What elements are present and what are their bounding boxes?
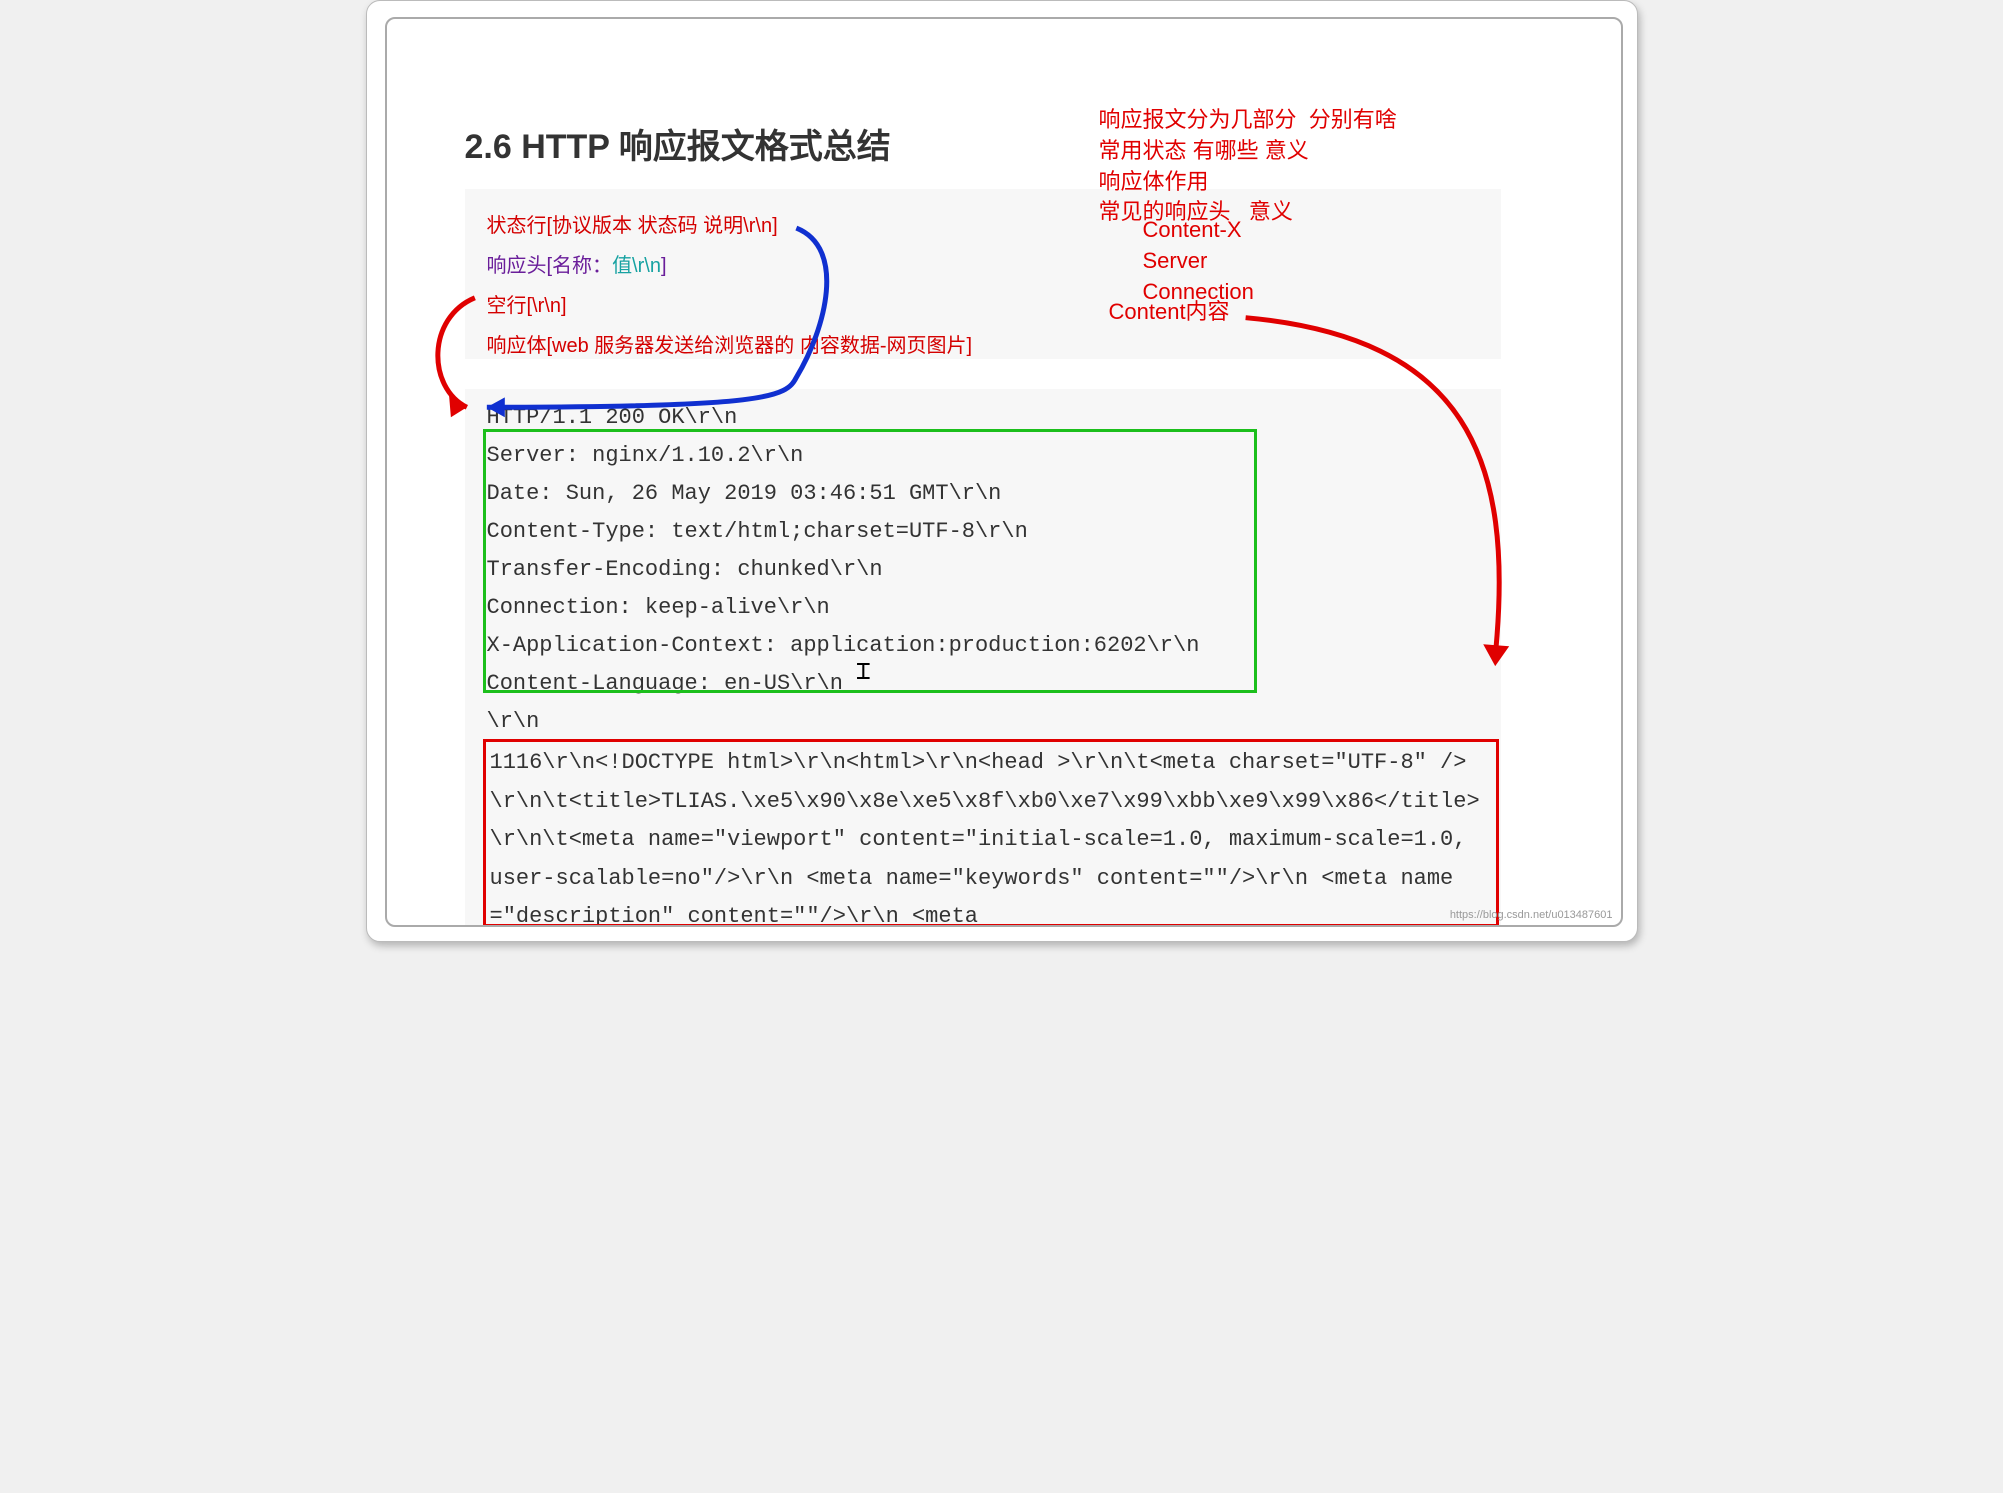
- annotation-header-names: Content-X Server Connection: [1143, 215, 1254, 307]
- code-blank-line: \r\n: [487, 703, 540, 742]
- code-body-content: 1116\r\n<!DOCTYPE html>\r\n<html>\r\n<he…: [490, 750, 1480, 927]
- format-line-header-a: 响应头[名称：: [487, 255, 613, 277]
- watermark-text: https://blog.csdn.net/u013487601: [1450, 909, 1613, 921]
- headers-highlight-box: [483, 429, 1257, 693]
- slide-inner: 2.6 HTTP 响应报文格式总结 状态行[协议版本 状态码 说明\r\n] 响…: [385, 17, 1623, 927]
- text-cursor-icon: Ꮖ: [857, 659, 871, 685]
- body-highlight-box: 1116\r\n<!DOCTYPE html>\r\n<html>\r\n<he…: [483, 739, 1499, 927]
- annotation-content: Content内容: [1109, 297, 1230, 328]
- format-line-header-b: 值\r\n: [612, 255, 661, 277]
- format-line-header: 响应头[名称：值\r\n]: [487, 249, 667, 278]
- format-line-blank: 空行[\r\n]: [487, 289, 567, 318]
- page-title: 2.6 HTTP 响应报文格式总结: [465, 119, 891, 168]
- format-line-header-c: ]: [661, 255, 667, 277]
- format-line-body: 响应体[web 服务器发送给浏览器的 内容数据-网页图片]: [487, 329, 973, 358]
- annotation-questions: 响应报文分为几部分 分别有啥 常用状态 有哪些 意义 响应体作用 常见的响应头 …: [1099, 105, 1397, 228]
- format-line-status: 状态行[协议版本 状态码 说明\r\n]: [487, 209, 778, 238]
- slide-frame: 2.6 HTTP 响应报文格式总结 状态行[协议版本 状态码 说明\r\n] 响…: [366, 0, 1638, 942]
